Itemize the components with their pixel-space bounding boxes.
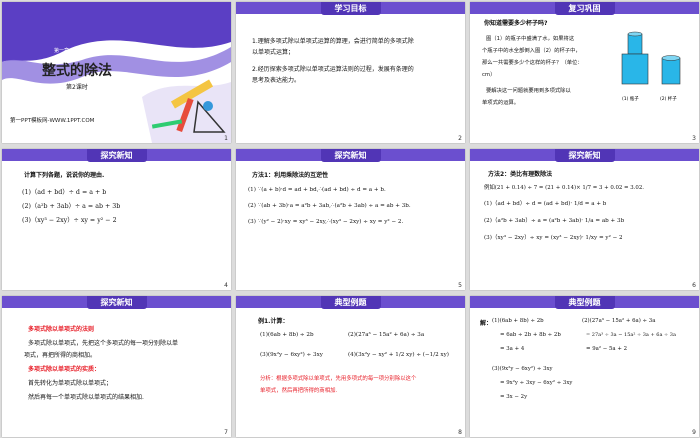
slide-heading: 探究新知 — [554, 149, 615, 162]
equation-line: (1) ∵(a + b)·d = ad + bd,∴(ad + bd) ÷ d … — [248, 187, 386, 193]
site-watermark: 第一PPT模板网-WWW.1PPT.COM — [10, 118, 95, 124]
slide-header-bar: 探究新知 — [470, 149, 699, 162]
slide-intro: 方法2：类比有理数除法 — [488, 171, 553, 178]
solution-line: = 27a³ ÷ 3a − 15a² ÷ 3a + 6a ÷ 3a — [586, 332, 676, 338]
solution-line: = 9x²y ÷ 3xy − 6xy² ÷ 3xy — [500, 380, 573, 386]
essence-line: 首先转化为单项式除以单项式； — [28, 380, 113, 387]
slide-header-bar: 典型例题 — [236, 296, 465, 309]
equation-line: (3)（xy³ − 2xy）÷ xy = y² − 2 — [22, 217, 117, 224]
goal-line: 2.经历探索多项式除以单项式运算法则的过程，发展有条理的 — [252, 66, 414, 73]
solution-line: (1)(6ab + 8b) ÷ 2b — [492, 318, 544, 324]
solution-line: = 9a² − 5a + 2 — [586, 346, 627, 352]
equation-line: (2)（a²b + 3ab）÷ a = (a²b + 3ab)· 1/a = a… — [484, 218, 625, 224]
slide-8-thumbnail[interactable]: 典型例题 例1.计算： (1)(6ab + 8b) ÷ 2b (2)(27a³ … — [236, 296, 465, 437]
solution-line: (2)(27a³ − 15a² + 6a) ÷ 3a — [582, 318, 656, 324]
slide-header-bar: 典型例题 — [470, 296, 699, 309]
cover-title: 整式的除法 — [42, 63, 112, 79]
problem-line: 那么一共需要多少个这样的杯子？（单位： — [482, 60, 583, 66]
slide-header-bar: 探究新知 — [2, 296, 231, 309]
slide-intro: 方法1：利用乘除法的互逆性 — [252, 172, 329, 179]
equation-line: (1)（ad + bd）÷ d = a + b — [22, 189, 107, 196]
figure-label: (1) 瓶子 — [622, 95, 639, 102]
slide-number: 9 — [692, 429, 696, 436]
rule-title: 多项式除以单项式的法则 — [28, 326, 95, 333]
essence-line: 然后再每一个单项式除以单项式的结果相加. — [28, 394, 144, 401]
solution-line: = 6ab ÷ 2b + 8b ÷ 2b — [500, 332, 561, 338]
slide-intro: 计算下列各题，说说你的理由. — [24, 172, 105, 179]
slide-heading: 探究新知 — [320, 149, 381, 162]
slide-heading: 复习巩固 — [554, 2, 615, 15]
goal-line: 思考及表达能力。 — [252, 77, 301, 84]
essence-title: 多项式除以单项式的实质： — [28, 366, 101, 373]
rule-line: 项式，再把所得的商相加。 — [24, 352, 97, 359]
slide-9-thumbnail[interactable]: 典型例题 解： (1)(6ab + 8b) ÷ 2b = 6ab ÷ 2b + … — [470, 296, 699, 437]
slide-2-thumbnail[interactable]: 学习目标 1.理解多项式除以单项式运算的算理，会进行简单的多项式除 以单项式运算… — [236, 2, 465, 143]
problem-line: 要解决这一问题就要用到多项式除以 — [486, 88, 571, 94]
question-title: 你知道需要多少杯子吗? — [484, 20, 548, 27]
slide-heading: 典型例题 — [554, 296, 615, 309]
slide-number: 5 — [458, 282, 462, 289]
slide-3-thumbnail[interactable]: 复习巩固 你知道需要多少杯子吗? 图（1）的瓶子中盛满了水，如果将这 个瓶子中的… — [470, 2, 699, 143]
slide-heading: 探究新知 — [86, 149, 147, 162]
slide-heading: 学习目标 — [320, 2, 381, 15]
problem-line: 图（1）的瓶子中盛满了水，如果将这 — [486, 36, 575, 42]
problem-line: cm） — [482, 72, 496, 78]
goal-line: 以单项式运算； — [252, 49, 295, 56]
slide-number: 7 — [224, 429, 228, 436]
slide-header-bar: 探究新知 — [236, 149, 465, 162]
slide-heading: 探究新知 — [86, 296, 147, 309]
equation-line: (3) ∵(y² − 2)·xy = xy³ − 2xy,∴(xy³ − 2xy… — [248, 219, 404, 225]
example-title: 例1.计算： — [258, 318, 289, 325]
example-line: 例如(21 + 0.14) ÷ 7 = (21 + 0.14)× 1/7 = 3… — [484, 185, 645, 191]
slide-header-bar: 探究新知 — [2, 149, 231, 162]
problem-item: (3)(9x²y − 6xy²) ÷ 3xy — [260, 352, 323, 358]
goal-line: 1.理解多项式除以单项式运算的算理，会进行简单的多项式除 — [252, 38, 414, 45]
slide-header-bar: 复习巩固 — [470, 2, 699, 15]
equation-line: (2)（a²b + 3ab）÷ a = ab + 3b — [22, 203, 121, 210]
slide-number: 8 — [458, 429, 462, 436]
problem-line: 单项式的运算。 — [482, 100, 520, 106]
slide-number: 4 — [224, 282, 228, 289]
slide-heading: 典型例题 — [320, 296, 381, 309]
rule-line: 多项式除以单项式，先把这个多项式的每一项分别除以单 — [28, 340, 179, 347]
figure-label: (2) 杯子 — [660, 95, 677, 102]
cover-subtitle: 第2课时 — [66, 84, 88, 91]
analysis-line: 分析：根据多项式除以单项式，先用多项式的每一项分别除以这个 — [260, 376, 417, 382]
chapter-label: 第一章 整式的乘除 — [54, 48, 100, 54]
slide-7-thumbnail[interactable]: 探究新知 多项式除以单项式的法则 多项式除以单项式，先把这个多项式的每一项分别除… — [2, 296, 231, 437]
equation-line: (3)（xy³ − 2xy）÷ xy = (xy³ − 2xy)· 1/xy =… — [484, 235, 623, 241]
slide-4-thumbnail[interactable]: 探究新知 计算下列各题，说说你的理由. (1)（ad + bd）÷ d = a … — [2, 149, 231, 290]
slide-number: 6 — [692, 282, 696, 289]
slide-5-thumbnail[interactable]: 探究新知 方法1：利用乘除法的互逆性 (1) ∵(a + b)·d = ad +… — [236, 149, 465, 290]
problem-item: (2)(27a³ − 15a² + 6a) ÷ 3a — [348, 332, 425, 338]
bottle-cup-figure: (1) 瓶子 (2) 杯子 — [621, 31, 681, 102]
slide-1-thumbnail[interactable]: 第一章 整式的乘除 整式的除法 第2课时 第一PPT模板网-WWW.1PPT.C… — [2, 2, 231, 143]
solution-line: = 3x − 2y — [500, 394, 528, 400]
slide-6-thumbnail[interactable]: 探究新知 方法2：类比有理数除法 例如(21 + 0.14) ÷ 7 = (21… — [470, 149, 699, 290]
slide-number: 2 — [458, 135, 462, 142]
slide-number: 3 — [692, 135, 696, 142]
answer-label: 解： — [480, 320, 493, 327]
problem-line: 个瓶子中的水全部倒入图（2）的杯子中， — [482, 48, 581, 54]
solution-line: = 3a + 4 — [500, 346, 525, 352]
slide-header-bar: 学习目标 — [236, 2, 465, 15]
equation-line: (2) ∵(ab + 3b)·a = a²b + 3ab,∴(a²b + 3ab… — [248, 203, 411, 209]
problem-item: (4)(3x²y − xy² + 1/2 xy) ÷ (−1/2 xy) — [348, 352, 449, 358]
solution-line: (3)(9x²y − 6xy²) ÷ 3xy — [492, 366, 553, 372]
slide-number: 1 — [224, 135, 228, 142]
analysis-line: 单项式，然后再把所得的商相加. — [260, 388, 338, 394]
problem-item: (1)(6ab + 8b) ÷ 2b — [260, 332, 314, 338]
equation-line: (1)（ad + bd）÷ d = (ad + bd)· 1/d = a + b — [484, 201, 607, 207]
